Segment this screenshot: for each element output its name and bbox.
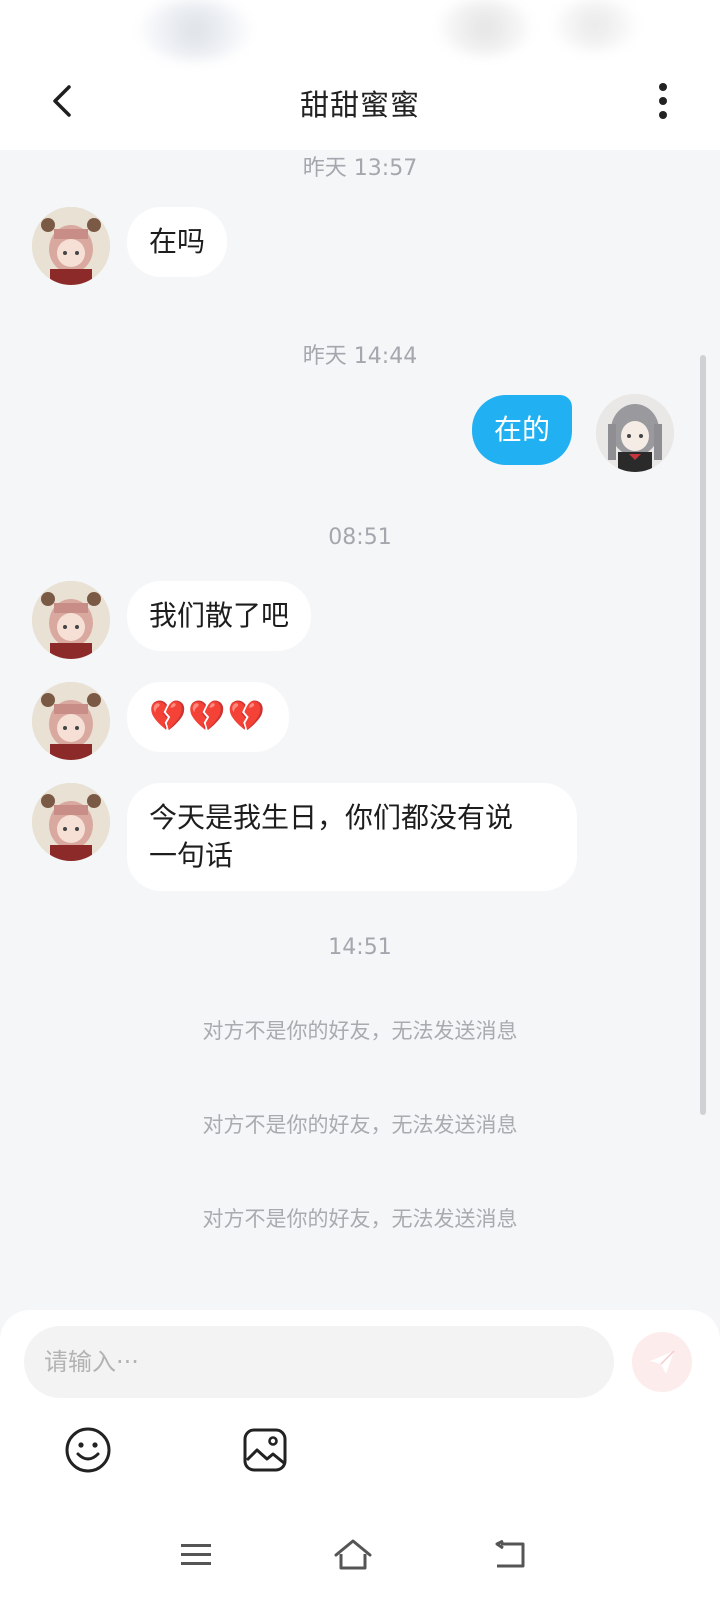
contact-avatar[interactable] <box>32 581 110 659</box>
message-bubble-incoming[interactable]: 今天是我生日，你们都没有说 一句话 <box>127 783 577 891</box>
system-notice: 对方不是你的好友，无法发送消息 <box>202 1113 518 1137</box>
background-decoration <box>440 0 530 55</box>
avatar-image <box>32 682 110 760</box>
chat-screen: 甜甜蜜蜜 昨天 13:57 在吗 昨天 14:44 在的 08:51 我们散了吧… <box>0 0 720 1600</box>
nav-menu-button[interactable] <box>171 1530 221 1580</box>
paper-plane-icon <box>650 1350 675 1374</box>
more-vertical-icon <box>659 83 667 119</box>
send-button[interactable] <box>632 1332 692 1392</box>
my-avatar[interactable] <box>596 394 674 472</box>
image-button[interactable] <box>237 1422 293 1478</box>
avatar-image <box>596 394 674 472</box>
avatar-image <box>32 783 110 861</box>
timestamp: 昨天 14:44 <box>302 344 418 369</box>
contact-avatar[interactable] <box>32 682 110 760</box>
system-notice: 对方不是你的好友，无法发送消息 <box>202 1207 518 1231</box>
page-title: 甜甜蜜蜜 <box>299 88 420 122</box>
contact-avatar[interactable] <box>32 783 110 861</box>
chat-header: 甜甜蜜蜜 <box>0 0 720 150</box>
avatar-image <box>32 581 110 659</box>
home-icon <box>334 1539 372 1570</box>
emoji-button[interactable] <box>60 1422 116 1478</box>
return-icon <box>495 1540 525 1568</box>
smiley-icon <box>65 1427 111 1473</box>
avatar-image <box>32 207 110 285</box>
nav-home-button[interactable] <box>328 1530 378 1580</box>
message-bubble-incoming[interactable]: 💔💔💔 <box>127 682 290 752</box>
background-decoration <box>555 0 635 50</box>
message-line: 今天是我生日，你们都没有说 <box>149 801 514 834</box>
timestamp: 08:51 <box>328 525 392 550</box>
message-line: 一句话 <box>149 839 234 872</box>
image-icon <box>243 1428 287 1472</box>
nav-back-button[interactable] <box>485 1530 535 1580</box>
timestamp: 14:51 <box>328 935 392 960</box>
message-composer <box>0 1310 720 1600</box>
contact-avatar[interactable] <box>32 207 110 285</box>
message-bubble-incoming[interactable]: 我们散了吧 <box>127 581 312 651</box>
message-list[interactable]: 昨天 13:57 在吗 昨天 14:44 在的 08:51 我们散了吧 💔💔💔 … <box>0 150 720 1310</box>
scrollbar[interactable] <box>700 355 706 1115</box>
more-options-button[interactable] <box>640 78 686 124</box>
message-bubble-incoming[interactable]: 在吗 <box>127 207 228 277</box>
background-decoration <box>140 0 250 60</box>
system-notice: 对方不是你的好友，无法发送消息 <box>202 1019 518 1043</box>
timestamp: 昨天 13:57 <box>302 156 418 181</box>
system-nav-bar <box>0 1510 720 1600</box>
message-bubble-outgoing[interactable]: 在的 <box>472 395 573 465</box>
menu-icon <box>181 1544 211 1565</box>
message-input[interactable] <box>24 1326 614 1398</box>
